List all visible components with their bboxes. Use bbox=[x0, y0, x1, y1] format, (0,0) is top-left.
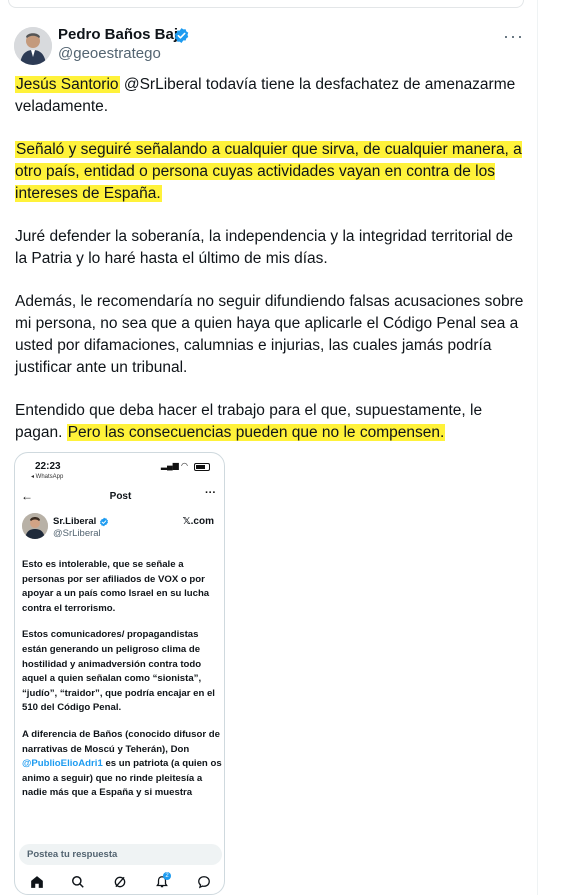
signal-wifi-icon: ▂▄▆ ◠ bbox=[160, 461, 188, 470]
tweet-paragraph-2: Señaló y seguiré señalando a cualquier q… bbox=[15, 139, 525, 205]
author-handle[interactable]: @geoestratego bbox=[58, 45, 161, 62]
grok-icon bbox=[111, 873, 129, 891]
source-label: 𝕏.com bbox=[182, 516, 214, 527]
mention-link[interactable]: @SrLiberal bbox=[124, 76, 202, 93]
status-bar-back-app: ◂ WhatsApp bbox=[31, 474, 64, 480]
tweet-paragraph-4: Además, le recomendaría no seguir difund… bbox=[15, 293, 524, 376]
tweet-paragraph-1: Jesús Santorio @SrLiberal todavía tiene … bbox=[15, 74, 525, 118]
highlighted-text: Jesús Santorio bbox=[15, 76, 120, 93]
inner-mention-link: @PublioElioAdri1 bbox=[22, 758, 103, 770]
messages-icon bbox=[195, 873, 213, 891]
verified-badge-icon bbox=[100, 517, 108, 527]
reply-input: Postea tu respuesta bbox=[19, 844, 222, 865]
inner-post-text: Esto es intolerable, que se señale a per… bbox=[22, 558, 222, 813]
author-name[interactable]: Pedro Baños Bajo bbox=[58, 26, 187, 43]
inner-author-handle: @SrLiberal bbox=[53, 528, 101, 539]
inner-paragraph-3: A diferencia de Baños (conocido difusor … bbox=[22, 728, 222, 801]
home-icon bbox=[28, 873, 46, 891]
highlighted-text: Pero las consecuencias pueden que no le … bbox=[66, 424, 446, 441]
previous-card-edge bbox=[8, 0, 524, 8]
tweet-paragraph-5: Entendido que deba hacer el trabajo para… bbox=[15, 400, 525, 444]
more-options-icon[interactable]: ··· bbox=[503, 26, 524, 47]
reply-placeholder: Postea tu respuesta bbox=[27, 849, 118, 860]
column-divider bbox=[537, 0, 538, 895]
inner-author-name: Sr.Liberal bbox=[53, 516, 97, 527]
author-avatar[interactable] bbox=[14, 27, 52, 65]
inner-paragraph-1: Esto es intolerable, que se señale a per… bbox=[22, 559, 210, 614]
inner-text-segment: A diferencia de Baños (conocido difusor … bbox=[22, 728, 220, 755]
inner-paragraph-2: Estos comunicadores/ propagandistas está… bbox=[22, 629, 215, 714]
inner-author-avatar bbox=[22, 513, 48, 539]
bottom-tab-bar: 2 bbox=[15, 872, 224, 894]
verified-badge-icon bbox=[174, 28, 189, 43]
more-options-icon: ··· bbox=[205, 487, 216, 499]
nav-title: Post bbox=[109, 491, 132, 502]
status-bar-time: 22:23 bbox=[35, 461, 61, 472]
tweet-paragraph-3: Juré defender la soberanía, la independe… bbox=[15, 228, 514, 267]
notification-badge: 2 bbox=[163, 872, 171, 880]
attached-screenshot[interactable]: 22:23 ◂ WhatsApp ▂▄▆ ◠ ← Post ··· Sr.Lib… bbox=[14, 452, 225, 895]
tweet-text: Jesús Santorio @SrLiberal todavía tiene … bbox=[15, 74, 525, 465]
notifications-bell-icon: 2 bbox=[153, 872, 171, 891]
search-icon bbox=[69, 873, 87, 891]
battery-icon bbox=[194, 463, 210, 471]
highlighted-text: Señaló y seguiré señalando a cualquier q… bbox=[15, 141, 522, 202]
